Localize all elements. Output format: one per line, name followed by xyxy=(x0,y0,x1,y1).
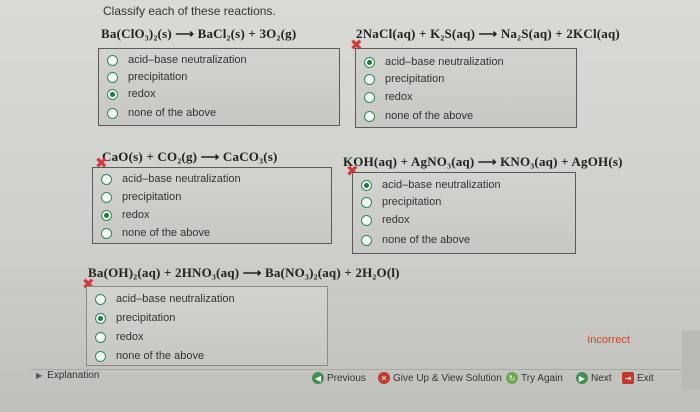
option-label: acid–base neutralization xyxy=(128,54,247,66)
q1-option-precipitation[interactable]: precipitation xyxy=(107,71,187,83)
option-label: redox xyxy=(385,91,413,103)
question-4-options: acid–base neutralization precipitation r… xyxy=(352,172,576,254)
question-2-equation: 2NaCl(aq) + K₂S(aq) ⟶ Na₂S(aq) + 2KCl(aq… xyxy=(356,26,620,41)
radio-button[interactable] xyxy=(101,227,112,239)
option-label: precipitation xyxy=(122,191,182,203)
question-3-equation: CaO(s) + CO₂(g) ⟶ CaCO₃(s) xyxy=(102,149,278,164)
radio-button[interactable] xyxy=(361,234,372,246)
option-label: none of the above xyxy=(385,110,474,122)
radio-button-selected[interactable] xyxy=(107,88,118,100)
q2-option-acid-base[interactable]: acid–base neutralization xyxy=(364,56,504,68)
radio-button[interactable] xyxy=(95,331,106,343)
option-label: precipitation xyxy=(128,71,188,83)
footer-toolbar: ▶ Explanation ◀ Previous ✕ Give Up & Vie… xyxy=(30,369,700,392)
explanation-toggle[interactable]: ▶ Explanation xyxy=(30,370,99,381)
radio-button[interactable] xyxy=(95,293,106,305)
option-label: none of the above xyxy=(382,234,471,246)
question-5-equation: Ba(OH)₂(aq) + 2HNO₃(aq) ⟶ Ba(NO₃)₂(aq) +… xyxy=(88,265,400,280)
question-1-options: acid–base neutralization precipitation r… xyxy=(98,48,340,126)
q3-option-none[interactable]: none of the above xyxy=(101,227,210,239)
radio-button[interactable] xyxy=(364,73,375,85)
q1-option-redox[interactable]: redox xyxy=(107,88,156,100)
q4-option-acid-base[interactable]: acid–base neutralization xyxy=(361,179,501,191)
question-5-options: acid–base neutralization precipitation r… xyxy=(86,286,328,366)
q4-option-redox[interactable]: redox xyxy=(361,214,410,226)
instructions-text: Classify each of these reactions. xyxy=(103,4,276,18)
arrow-left-icon: ◀ xyxy=(312,372,324,384)
option-label: precipitation xyxy=(382,196,442,208)
radio-button-selected[interactable] xyxy=(95,312,106,324)
radio-button[interactable] xyxy=(101,173,112,185)
q1-option-none[interactable]: none of the above xyxy=(107,107,216,119)
give-up-icon: ✕ xyxy=(378,372,390,384)
option-label: acid–base neutralization xyxy=(385,56,504,68)
triangle-right-icon: ▶ xyxy=(36,371,43,380)
option-label: redox xyxy=(116,331,144,343)
explanation-label: Explanation xyxy=(47,370,100,381)
q1-option-acid-base[interactable]: acid–base neutralization xyxy=(107,54,247,66)
exit-label: Exit xyxy=(637,372,654,384)
option-label: precipitation xyxy=(116,312,176,324)
status-incorrect: Incorrect xyxy=(587,334,630,346)
q3-option-acid-base[interactable]: acid–base neutralization xyxy=(101,173,241,185)
question-1-equation: Ba(ClO₃)₂(s) ⟶ BaCl₂(s) + 3O₂(g) xyxy=(101,26,297,41)
q2-option-redox[interactable]: redox xyxy=(364,91,413,103)
question-3-options: acid–base neutralization precipitation r… xyxy=(92,167,332,244)
previous-label: Previous xyxy=(327,372,366,384)
radio-button[interactable] xyxy=(107,107,118,119)
q3-option-precipitation[interactable]: precipitation xyxy=(101,191,181,203)
radio-button[interactable] xyxy=(361,214,372,226)
radio-button[interactable] xyxy=(364,91,375,103)
radio-button[interactable] xyxy=(95,350,106,362)
option-label: redox xyxy=(128,88,156,100)
question-2-options: acid–base neutralization precipitation r… xyxy=(355,48,577,128)
q5-option-none[interactable]: none of the above xyxy=(95,350,204,362)
option-label: none of the above xyxy=(116,350,205,362)
q2-option-none[interactable]: none of the above xyxy=(364,110,473,122)
radio-button[interactable] xyxy=(107,71,118,83)
option-label: acid–base neutralization xyxy=(382,179,501,191)
radio-button[interactable] xyxy=(101,191,112,203)
option-label: none of the above xyxy=(122,227,211,239)
q5-option-precipitation[interactable]: precipitation xyxy=(95,312,175,324)
q4-option-none[interactable]: none of the above xyxy=(361,234,470,246)
previous-button[interactable]: ◀ Previous xyxy=(312,372,366,384)
next-button[interactable]: ▶ Next xyxy=(576,372,612,384)
give-up-label: Give Up & View Solution xyxy=(393,372,502,384)
q2-option-precipitation[interactable]: precipitation xyxy=(364,73,444,85)
option-label: redox xyxy=(122,209,150,221)
question-4-equation: KOH(aq) + AgNO₃(aq) ⟶ KNO₃(aq) + AgOH(s) xyxy=(343,154,623,169)
option-label: precipitation xyxy=(385,73,445,85)
radio-button-selected[interactable] xyxy=(364,56,375,68)
option-label: none of the above xyxy=(128,107,217,119)
option-label: acid–base neutralization xyxy=(116,293,235,305)
right-edge-panel xyxy=(682,330,700,390)
next-label: Next xyxy=(591,372,612,384)
q4-option-precipitation[interactable]: precipitation xyxy=(361,196,441,208)
q5-option-redox[interactable]: redox xyxy=(95,331,144,343)
exit-icon: ⇥ xyxy=(622,372,634,384)
radio-button[interactable] xyxy=(361,196,372,208)
exit-button[interactable]: ⇥ Exit xyxy=(622,372,654,384)
q3-option-redox[interactable]: redox xyxy=(101,209,150,221)
radio-button[interactable] xyxy=(107,54,118,66)
give-up-button[interactable]: ✕ Give Up & View Solution xyxy=(378,372,502,384)
option-label: acid–base neutralization xyxy=(122,173,241,185)
radio-button-selected[interactable] xyxy=(101,209,112,221)
refresh-icon: ↻ xyxy=(506,372,518,384)
option-label: redox xyxy=(382,214,410,226)
arrow-right-icon: ▶ xyxy=(576,372,588,384)
radio-button[interactable] xyxy=(364,110,375,122)
try-again-label: Try Again xyxy=(521,372,563,384)
q5-option-acid-base[interactable]: acid–base neutralization xyxy=(95,293,235,305)
try-again-button[interactable]: ↻ Try Again xyxy=(506,372,563,384)
radio-button-selected[interactable] xyxy=(361,179,372,191)
